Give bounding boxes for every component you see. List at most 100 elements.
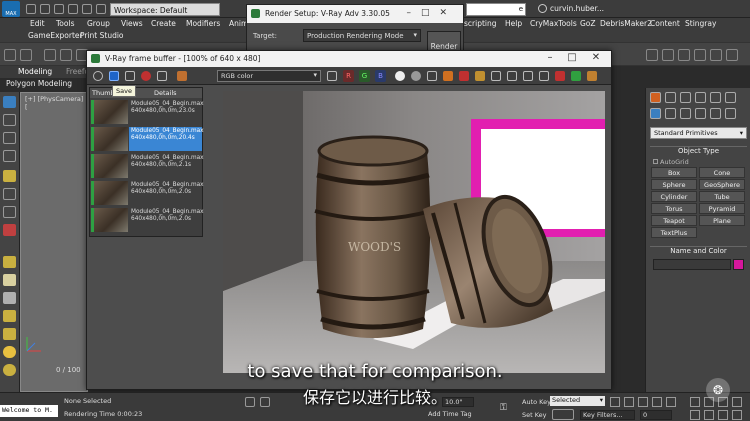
sphere-button[interactable]: Sphere: [651, 179, 697, 190]
create-tab-icon[interactable]: [650, 92, 661, 103]
project-icon[interactable]: [96, 4, 106, 14]
display-correction-icon[interactable]: [327, 71, 337, 81]
undo-icon[interactable]: [68, 4, 78, 14]
history-row[interactable]: Module05_04_Begin.max 640x480,0h,0m,2.0s: [91, 207, 204, 233]
viewport[interactable]: [+] [PhysCamera] [: [20, 92, 88, 392]
light-icon[interactable]: [3, 170, 16, 182]
clear-image-icon[interactable]: [459, 71, 469, 81]
current-frame-field[interactable]: 0: [640, 410, 672, 420]
close-icon[interactable]: ✕: [589, 52, 603, 65]
key-filters-button[interactable]: Key Filters...: [580, 410, 635, 420]
redo-icon[interactable]: [82, 4, 92, 14]
stop-render-icon[interactable]: [555, 71, 565, 81]
autogrid-checkbox[interactable]: [653, 159, 658, 164]
history-header-details[interactable]: Details: [154, 89, 177, 97]
utilities-tab-icon[interactable]: [725, 92, 736, 103]
menu-print-studio[interactable]: Print Studio: [80, 31, 124, 40]
camera-icon[interactable]: [3, 188, 16, 200]
maximize-toggle-icon[interactable]: [732, 410, 742, 420]
name-and-color-rollout[interactable]: Name and Color: [650, 246, 747, 256]
menu-gameexporter[interactable]: GameExporter: [28, 31, 83, 40]
spacewarps-icon[interactable]: [725, 108, 736, 119]
window-crossing-icon[interactable]: [3, 150, 16, 162]
spline-icon[interactable]: [3, 310, 16, 322]
workspace-selector[interactable]: Workspace: Default: [110, 3, 220, 16]
plane-icon[interactable]: [3, 256, 16, 268]
link-icon[interactable]: [44, 49, 56, 61]
set-key-button[interactable]: Set Key: [522, 411, 547, 419]
cylinder-button[interactable]: Cylinder: [651, 191, 697, 202]
motion-tab-icon[interactable]: [695, 92, 706, 103]
compare-icon[interactable]: [177, 71, 187, 81]
render-setup-icon[interactable]: [646, 49, 658, 61]
history-row[interactable]: Module05_04_Begin.max 640x480,0h,0m,23.0…: [91, 99, 204, 125]
geosphere-button[interactable]: GeoSphere: [699, 179, 745, 190]
options-icon[interactable]: [539, 71, 549, 81]
menu-views[interactable]: Views: [121, 19, 143, 28]
save-all-icon[interactable]: [125, 71, 135, 81]
cameras-icon[interactable]: [695, 108, 706, 119]
folder-icon[interactable]: [443, 71, 453, 81]
primitive-type-dropdown[interactable]: Standard Primitives ▾: [650, 127, 747, 139]
object-type-rollout[interactable]: Object Type: [650, 146, 747, 156]
viewport-label[interactable]: [+] [PhysCamera] [: [25, 95, 87, 111]
menu-scripting[interactable]: scripting: [464, 19, 497, 28]
object-color-swatch[interactable]: [733, 259, 744, 270]
rendered-image[interactable]: WOOD'S: [223, 91, 605, 373]
tab-modeling[interactable]: Modeling: [18, 67, 52, 76]
region-render-icon[interactable]: [491, 71, 501, 81]
torus-button[interactable]: Torus: [651, 203, 697, 214]
undo-toolbar-icon[interactable]: [4, 49, 16, 61]
cone-icon[interactable]: [3, 328, 16, 340]
orbit-icon[interactable]: [718, 410, 728, 420]
red-channel-button[interactable]: R: [343, 70, 354, 82]
plane-button[interactable]: Plane: [699, 215, 745, 226]
set-keys-icon[interactable]: [552, 409, 574, 420]
render-frame-window-icon[interactable]: [662, 49, 674, 61]
add-time-tag-button[interactable]: Add Time Tag: [428, 410, 493, 421]
render-iterative-icon[interactable]: [694, 49, 706, 61]
history-row[interactable]: Module05_04_Begin.max 640x480,0h,0m,2.1s: [91, 153, 204, 179]
pyramid-button[interactable]: Pyramid: [699, 203, 745, 214]
lights-icon[interactable]: [680, 108, 691, 119]
redo-toolbar-icon[interactable]: [20, 49, 32, 61]
open-file-icon[interactable]: [40, 4, 50, 14]
menu-help[interactable]: Help: [505, 19, 522, 28]
select-object-icon[interactable]: [3, 96, 16, 108]
history-row-selected[interactable]: Module05_04_Begin.max 640x480,0h,0m,20.4…: [91, 126, 204, 152]
save-file-icon[interactable]: [54, 4, 64, 14]
link-viewport-icon[interactable]: [523, 71, 533, 81]
ribbon-polygon-modeling[interactable]: Polygon Modeling: [6, 79, 72, 88]
user-account[interactable]: curvin.huber...: [550, 4, 604, 13]
menu-content[interactable]: Content: [650, 19, 680, 28]
textplus-button[interactable]: TextPlus: [651, 227, 697, 238]
menu-tools[interactable]: Tools: [56, 19, 74, 28]
unlink-icon[interactable]: [60, 49, 72, 61]
window-controls-icon[interactable]: –□✕: [406, 8, 457, 18]
display-tab-icon[interactable]: [710, 92, 721, 103]
load-icon[interactable]: [157, 71, 167, 81]
menu-modifiers[interactable]: Modifiers: [186, 19, 220, 28]
history-row[interactable]: Module05_04_Begin.max 640x480,0h,0m,2.0s: [91, 180, 204, 206]
save-icon[interactable]: [109, 71, 119, 81]
maximize-icon[interactable]: □: [565, 52, 579, 65]
minimize-icon[interactable]: –: [543, 52, 557, 65]
menu-debrismaker2[interactable]: DebrisMaker2: [600, 19, 652, 28]
fov-icon[interactable]: [690, 410, 700, 420]
pan-icon[interactable]: [704, 410, 714, 420]
sphere-icon[interactable]: [3, 274, 16, 286]
menu-edit[interactable]: Edit: [30, 19, 45, 28]
menu-create[interactable]: Create: [151, 19, 176, 28]
hierarchy-tab-icon[interactable]: [680, 92, 691, 103]
vray-toolbar-icon[interactable]: [726, 49, 738, 61]
ipr-icon[interactable]: [587, 71, 597, 81]
duplicate-icon[interactable]: [475, 71, 485, 81]
track-mouse-icon[interactable]: [507, 71, 517, 81]
history-icon[interactable]: [93, 71, 103, 81]
channel-dropdown[interactable]: RGB color ▾: [217, 70, 321, 82]
vfb-titlebar[interactable]: V-Ray frame buffer - [100% of 640 x 480]…: [87, 51, 611, 67]
alpha-icon[interactable]: [395, 71, 405, 81]
modify-tab-icon[interactable]: [665, 92, 676, 103]
activeshade-icon[interactable]: [710, 49, 722, 61]
cone-button[interactable]: Cone: [699, 167, 745, 178]
